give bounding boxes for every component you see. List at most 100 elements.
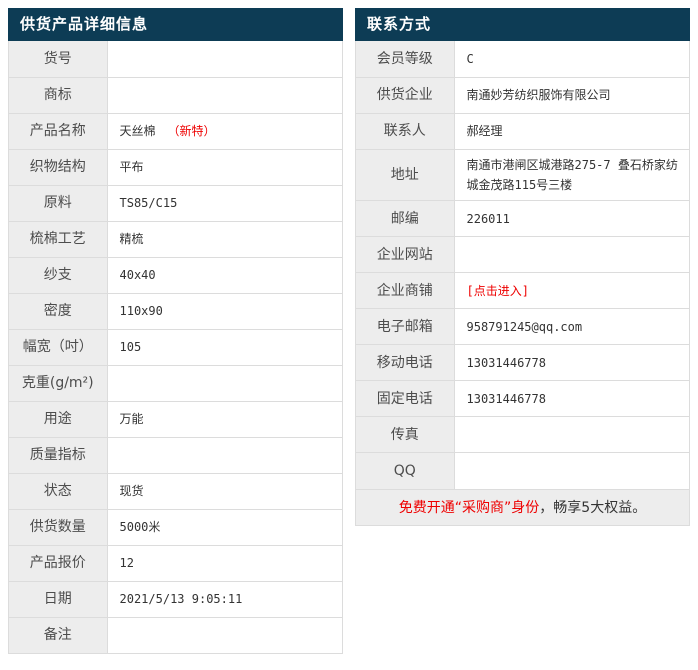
row-value-text: 南通市港闸区城港路275-7 叠石桥家纺城金茂路115号三楼: [466, 157, 678, 192]
row-value-text: 南通妙芳纺织服饰有限公司: [466, 87, 611, 102]
row-value: [106, 41, 342, 77]
table-row: 商标: [9, 76, 342, 113]
row-value: [106, 76, 342, 113]
row-value-text: 110x90: [119, 303, 163, 318]
table-row: 企业网站: [356, 236, 689, 273]
row-value-text: 958791245@qq.com: [466, 319, 583, 334]
row-label: 密度: [9, 292, 107, 329]
row-value: 13031446778: [453, 344, 689, 381]
table-row: 备注: [9, 616, 342, 653]
row-label: 幅宽（吋）: [9, 328, 107, 365]
row-value-text: C: [466, 51, 474, 66]
row-label: 传真: [356, 416, 454, 453]
row-label: 梳棉工艺: [9, 220, 107, 257]
shop-enter-link[interactable]: [点击进入]: [467, 284, 529, 298]
row-value-text: 13031446778: [466, 391, 546, 406]
table-row: 密度 110x90: [9, 292, 342, 329]
table-row: 会员等级 C: [356, 41, 689, 77]
row-value: 12: [106, 544, 342, 581]
row-value: [453, 452, 689, 489]
contact-info-panel: 联系方式 会员等级 C 供货企业 南通妙芳纺织服饰有限公司 联系人 郝经理 地址 南通市港闸区…: [355, 8, 690, 526]
row-value-text: 郝经理: [466, 123, 503, 138]
row-label: 会员等级: [356, 41, 454, 77]
row-value: 5000米: [106, 508, 342, 545]
row-label: 联系人: [356, 112, 454, 149]
row-label: 电子邮箱: [356, 308, 454, 345]
table-row: 产品名称 天丝棉 （新特）: [9, 112, 342, 149]
table-row: 企业商铺 [点击进入]: [356, 272, 689, 309]
row-label: 企业网站: [356, 236, 454, 273]
table-row: 日期 2021/5/13 9:05:11: [9, 580, 342, 617]
row-value: 40x40: [106, 256, 342, 293]
row-label: 固定电话: [356, 380, 454, 417]
table-row: 邮编 226011: [356, 200, 689, 237]
row-value: 南通妙芳纺织服饰有限公司: [453, 76, 689, 113]
row-value-text: 精梳: [119, 231, 144, 246]
table-row: 传真: [356, 416, 689, 453]
table-row: 质量指标: [9, 436, 342, 473]
promo-footer-rest: ，畅享5大权益。: [539, 499, 647, 516]
row-label: 克重(g/m²): [9, 364, 107, 401]
row-label: 移动电话: [356, 344, 454, 381]
row-value: 万能: [106, 400, 342, 437]
row-label: 质量指标: [9, 436, 107, 473]
row-label: 状态: [9, 472, 107, 509]
table-row: 联系人 郝经理: [356, 112, 689, 149]
row-value: 958791245@qq.com: [453, 308, 689, 345]
row-label: QQ: [356, 452, 454, 489]
row-value: TS85/C15: [106, 184, 342, 221]
row-value: 2021/5/13 9:05:11: [106, 580, 342, 617]
table-row: 状态 现货: [9, 472, 342, 509]
row-value: 现货: [106, 472, 342, 509]
row-value-text: 226011: [466, 211, 510, 226]
row-label: 用途: [9, 400, 107, 437]
table-row: 产品报价 12: [9, 544, 342, 581]
row-value-text: 105: [119, 339, 142, 354]
table-row: 克重(g/m²): [9, 364, 342, 401]
row-label: 供货企业: [356, 76, 454, 113]
row-label: 产品名称: [9, 112, 107, 149]
table-row: 梳棉工艺 精梳: [9, 220, 342, 257]
row-value: 精梳: [106, 220, 342, 257]
row-value: C: [453, 41, 689, 77]
table-row: 电子邮箱 958791245@qq.com: [356, 308, 689, 345]
row-value-highlight: （新特）: [167, 123, 216, 138]
product-details-header: 供货产品详细信息: [8, 8, 343, 41]
contact-info-table: 会员等级 C 供货企业 南通妙芳纺织服饰有限公司 联系人 郝经理 地址 南通市港闸区城港路27…: [356, 41, 689, 489]
row-label: 邮编: [356, 200, 454, 237]
row-label: 织物结构: [9, 148, 107, 185]
row-label: 备注: [9, 616, 107, 653]
row-value: 226011: [453, 200, 689, 237]
table-row: 原料 TS85/C15: [9, 184, 342, 221]
row-label: 地址: [356, 148, 454, 201]
promo-buyer-signup-link[interactable]: 免费开通“采购商”身份: [399, 500, 540, 516]
row-value: [106, 436, 342, 473]
table-row: 纱支 40x40: [9, 256, 342, 293]
row-value: [453, 416, 689, 453]
row-value: 105: [106, 328, 342, 365]
row-value-text: 40x40: [119, 267, 156, 282]
row-value: 13031446778: [453, 380, 689, 417]
row-value: [453, 236, 689, 273]
row-label: 日期: [9, 580, 107, 617]
row-value-text: 平布: [119, 159, 144, 174]
promo-footer: 免费开通“采购商”身份，畅享5大权益。: [356, 488, 689, 525]
table-row: 固定电话 13031446778: [356, 380, 689, 417]
row-label: 产品报价: [9, 544, 107, 581]
product-details-panel: 供货产品详细信息 货号 商标 产品名称 天丝棉 （新特） 织物结构 平布原料 TS85/C15…: [8, 8, 343, 654]
row-value: 110x90: [106, 292, 342, 329]
table-row: 地址 南通市港闸区城港路275-7 叠石桥家纺城金茂路115号三楼: [356, 148, 689, 201]
row-value-text: TS85/C15: [119, 195, 178, 210]
table-row: 移动电话 13031446778: [356, 344, 689, 381]
page: 供货产品详细信息 货号 商标 产品名称 天丝棉 （新特） 织物结构 平布原料 TS85/C15…: [0, 0, 698, 670]
row-label: 纱支: [9, 256, 107, 293]
row-value: 郝经理: [453, 112, 689, 149]
row-value-text: 13031446778: [466, 355, 546, 370]
table-row: 货号: [9, 41, 342, 77]
row-value-text: 2021/5/13 9:05:11: [119, 591, 243, 606]
row-value-text: 万能: [119, 411, 144, 426]
row-label: 商标: [9, 76, 107, 113]
row-value-text: 12: [119, 555, 134, 570]
table-row: 供货企业 南通妙芳纺织服饰有限公司: [356, 76, 689, 113]
table-row: 供货数量 5000米: [9, 508, 342, 545]
